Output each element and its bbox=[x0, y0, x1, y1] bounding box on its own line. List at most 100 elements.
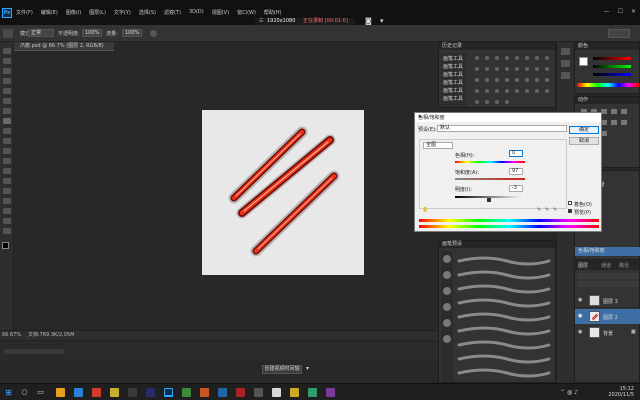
history-item[interactable]: 画笔工具 bbox=[443, 95, 465, 102]
channel-select[interactable]: 全图 bbox=[423, 142, 453, 149]
saturation-field[interactable]: 97 bbox=[509, 168, 523, 175]
hand-icon[interactable]: ✋ bbox=[422, 207, 428, 213]
flow-field[interactable]: 100% bbox=[122, 29, 142, 37]
dialog-titlebar[interactable]: 色相/饱和度 ✕ bbox=[415, 113, 601, 122]
panel-icon[interactable] bbox=[561, 60, 570, 67]
preset-select[interactable]: 默认 bbox=[437, 125, 567, 132]
color-panel-tab[interactable]: 颜色 bbox=[575, 43, 639, 50]
hue-field[interactable]: 0 bbox=[509, 150, 523, 157]
menu-layer[interactable]: 图层(L) bbox=[89, 9, 106, 16]
app-icon[interactable] bbox=[128, 388, 137, 397]
history-item[interactable]: 画笔工具 bbox=[443, 55, 465, 62]
camera-icon[interactable]: ◙ bbox=[365, 17, 375, 25]
pen-tool-icon[interactable] bbox=[3, 178, 11, 184]
document-tab[interactable]: 爪痕.psd @ 66.7% (图层 2, RGB/8) bbox=[14, 42, 114, 51]
app-icon[interactable] bbox=[182, 388, 191, 397]
menu-3d[interactable]: 3D(D) bbox=[189, 9, 204, 16]
eye-icon[interactable]: ● bbox=[578, 329, 582, 335]
layer-row[interactable]: ● 图层 3 bbox=[575, 293, 640, 308]
history-state-active[interactable]: 色相/饱和度 bbox=[575, 247, 640, 256]
brush-dot[interactable] bbox=[443, 319, 451, 327]
layer-name[interactable]: 背景 bbox=[603, 330, 629, 337]
dodge-tool-icon[interactable] bbox=[3, 168, 11, 174]
green-slider[interactable] bbox=[593, 65, 631, 68]
menu-select[interactable]: 选择(S) bbox=[139, 9, 156, 16]
eyedropper-add-icon[interactable]: ✎ bbox=[545, 207, 549, 213]
menu-help[interactable]: 帮助(H) bbox=[264, 9, 282, 16]
saturation-slider[interactable] bbox=[455, 178, 525, 180]
hue-slider[interactable] bbox=[455, 161, 525, 163]
menu-file[interactable]: 文件(F) bbox=[16, 9, 33, 16]
brush-tool-icon[interactable] bbox=[3, 118, 11, 124]
eyedropper-subtract-icon[interactable]: ✎ bbox=[553, 207, 557, 213]
blue-slider[interactable] bbox=[593, 73, 631, 76]
eraser-tool-icon[interactable] bbox=[3, 148, 11, 154]
browser-icon[interactable] bbox=[74, 388, 83, 397]
brush-stroke-previews[interactable] bbox=[455, 253, 553, 381]
layer-name[interactable]: 图层 2 bbox=[603, 314, 639, 321]
layer-row[interactable]: ● 背景 ■ bbox=[575, 325, 640, 340]
system-clock[interactable]: 15:12 2020/11/5 bbox=[608, 386, 634, 398]
search-icon[interactable]: ○ bbox=[20, 388, 29, 397]
photoshop-icon[interactable] bbox=[164, 388, 173, 397]
minimize-icon[interactable]: — bbox=[604, 8, 610, 15]
red-slider[interactable] bbox=[593, 57, 631, 60]
airbrush-icon[interactable] bbox=[150, 30, 157, 37]
brush-dot[interactable] bbox=[443, 271, 451, 279]
history-panel-tab[interactable]: 历史记录 bbox=[439, 43, 555, 50]
mode-select[interactable]: 正常 bbox=[28, 29, 54, 37]
system-tray-icons[interactable]: ⌃ ◍ ♪ bbox=[560, 389, 578, 396]
menu-window[interactable]: 窗口(W) bbox=[237, 9, 256, 16]
stamp-tool-icon[interactable] bbox=[3, 128, 11, 134]
lasso-tool-icon[interactable] bbox=[3, 68, 11, 74]
history-item[interactable]: 画笔工具 bbox=[443, 79, 465, 86]
gradient-tool-icon[interactable] bbox=[3, 158, 11, 164]
app-icon[interactable] bbox=[236, 388, 245, 397]
lightness-field[interactable]: -3 bbox=[509, 185, 523, 192]
panel-icon[interactable] bbox=[561, 48, 570, 55]
menu-image[interactable]: 图像(I) bbox=[66, 9, 81, 16]
task-view-icon[interactable]: ▭ bbox=[36, 388, 45, 397]
zoom-level[interactable]: 66.67% bbox=[2, 332, 21, 339]
create-video-timeline-button[interactable]: 创建视频时间轴 bbox=[262, 365, 302, 374]
marquee-tool-icon[interactable] bbox=[3, 58, 11, 64]
app-icon[interactable] bbox=[92, 388, 101, 397]
brush-presets-tab[interactable]: 画笔预设 bbox=[439, 241, 555, 248]
tool-preset-icon[interactable] bbox=[3, 29, 13, 38]
close-icon[interactable]: ✕ bbox=[418, 114, 597, 120]
brush-dot[interactable] bbox=[443, 303, 451, 311]
eyedropper-icon[interactable] bbox=[3, 98, 11, 104]
app-icon[interactable] bbox=[110, 388, 119, 397]
dropdown-icon[interactable]: ▾ bbox=[380, 17, 390, 25]
cancel-button[interactable]: 取消 bbox=[569, 137, 599, 145]
close-icon[interactable]: ✕ bbox=[631, 8, 636, 15]
hand-icon[interactable] bbox=[3, 218, 11, 224]
menu-edit[interactable]: 编辑(E) bbox=[41, 9, 58, 16]
app-icon[interactable] bbox=[272, 388, 281, 397]
timeline-controls[interactable] bbox=[4, 349, 64, 354]
document-canvas[interactable] bbox=[202, 110, 364, 275]
color-spectrum[interactable] bbox=[577, 83, 639, 87]
app-icon[interactable] bbox=[326, 388, 335, 397]
preview-checkbox[interactable] bbox=[568, 209, 572, 213]
blend-mode-bar[interactable] bbox=[577, 281, 639, 287]
history-item[interactable]: 画笔工具 bbox=[443, 87, 465, 94]
layer-name[interactable]: 图层 3 bbox=[603, 298, 639, 305]
history-item[interactable]: 画笔工具 bbox=[443, 63, 465, 70]
color-swatch[interactable] bbox=[579, 57, 588, 66]
screen-capture-bar[interactable]: ☰ 1920x1080 正在录制 [00:01:0] bbox=[255, 18, 355, 25]
eye-icon[interactable]: ● bbox=[578, 313, 582, 319]
eyedropper-icon[interactable]: ✎ bbox=[537, 207, 541, 213]
foreground-color[interactable] bbox=[2, 242, 9, 249]
crop-tool-icon[interactable] bbox=[3, 88, 11, 94]
capture-menu-icon[interactable]: ☰ bbox=[259, 18, 263, 25]
layer-row-selected[interactable]: ● 图层 2 bbox=[575, 309, 640, 324]
maximize-icon[interactable]: ☐ bbox=[618, 8, 623, 15]
brush-tip-grid[interactable] bbox=[471, 53, 555, 107]
shape-tool-icon[interactable] bbox=[3, 208, 11, 214]
brush-dot[interactable] bbox=[443, 335, 451, 343]
brush-dot[interactable] bbox=[443, 287, 451, 295]
opacity-field[interactable]: 100% bbox=[82, 29, 102, 37]
brush-dot[interactable] bbox=[443, 255, 451, 263]
app-icon[interactable] bbox=[254, 388, 263, 397]
